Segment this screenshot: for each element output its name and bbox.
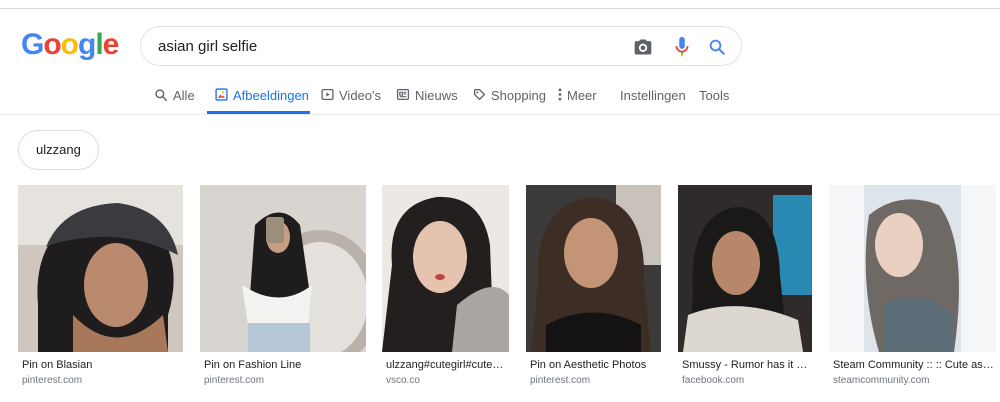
tab-videos[interactable]: Video's [321, 84, 381, 114]
result-source: vsco.co [386, 375, 420, 386]
result-source: pinterest.com [530, 375, 591, 386]
image-result[interactable]: Steam Community :: :: Cute asi… steamcom… [829, 185, 996, 386]
tag-icon [473, 88, 486, 101]
result-caption[interactable]: Pin on Fashion Line [200, 359, 366, 371]
search-icon[interactable] [705, 35, 729, 59]
photo-placeholder [18, 185, 183, 352]
photo-placeholder [526, 185, 661, 352]
logo-letter: e [102, 28, 120, 61]
logo-letter: g [78, 28, 96, 61]
tab-settings[interactable]: Instellingen [620, 84, 686, 114]
tab-label: Afbeeldingen [233, 88, 309, 103]
tab-label: Nieuws [415, 88, 458, 103]
tab-label: Shopping [491, 88, 546, 103]
tab-images[interactable]: Afbeeldingen [207, 84, 310, 114]
search-input[interactable] [158, 35, 628, 57]
tab-label: Tools [699, 88, 730, 103]
search-icon [155, 89, 168, 102]
image-result[interactable]: Pin on Aesthetic Photos pinterest.com [526, 185, 661, 386]
search-box[interactable] [140, 26, 742, 66]
tabs-divider [0, 114, 1000, 115]
tab-label: Video's [339, 88, 381, 103]
tab-shopping[interactable]: Shopping [473, 84, 546, 114]
result-source: steamcommunity.com [833, 375, 930, 386]
google-logo[interactable]: Google [21, 28, 120, 62]
image-result[interactable]: ulzzang#cutegirl#cute… vsco.co [382, 185, 509, 386]
result-thumbnail[interactable] [382, 185, 509, 352]
result-caption[interactable]: Pin on Aesthetic Photos [526, 359, 661, 371]
tab-tools[interactable]: Tools [699, 84, 729, 114]
result-source: pinterest.com [22, 375, 83, 386]
photo-placeholder [200, 185, 366, 352]
result-thumbnail[interactable] [678, 185, 812, 352]
tab-label: Meer [567, 88, 597, 103]
top-border [0, 8, 1000, 9]
photo-placeholder [678, 185, 812, 352]
image-result[interactable]: Smussy - Rumor has it #… facebook.com [678, 185, 812, 386]
related-search-chip[interactable]: ulzzang [18, 130, 99, 170]
result-source: facebook.com [682, 375, 745, 386]
logo-letter: G [21, 28, 44, 61]
tab-label: Alle [173, 88, 195, 103]
logo-letter: o [43, 28, 61, 61]
result-caption[interactable]: Steam Community :: :: Cute asi… [829, 359, 996, 371]
tab-more[interactable]: Meer [558, 84, 597, 114]
camera-icon[interactable] [631, 35, 655, 59]
result-source: pinterest.com [204, 375, 265, 386]
tab-news[interactable]: Nieuws [396, 84, 458, 114]
result-thumbnail[interactable] [829, 185, 996, 352]
tab-label: Instellingen [620, 88, 686, 103]
photo-placeholder [382, 185, 509, 352]
result-caption[interactable]: ulzzang#cutegirl#cute… [382, 359, 509, 371]
image-icon [215, 88, 228, 101]
image-result[interactable]: Pin on Blasian pinterest.com [18, 185, 183, 386]
video-icon [321, 88, 334, 101]
logo-letter: o [60, 28, 79, 61]
news-icon [396, 88, 410, 101]
result-thumbnail[interactable] [526, 185, 661, 352]
microphone-icon[interactable] [670, 35, 694, 59]
result-caption[interactable]: Pin on Blasian [18, 359, 183, 371]
tab-all[interactable]: Alle [154, 84, 195, 114]
result-thumbnail[interactable] [18, 185, 183, 352]
image-result[interactable]: Pin on Fashion Line pinterest.com [200, 185, 366, 386]
result-caption[interactable]: Smussy - Rumor has it #… [678, 359, 812, 371]
photo-placeholder [829, 185, 996, 352]
logo-letter: l [95, 28, 103, 61]
result-thumbnail[interactable] [200, 185, 366, 352]
more-vert-icon [558, 88, 562, 101]
